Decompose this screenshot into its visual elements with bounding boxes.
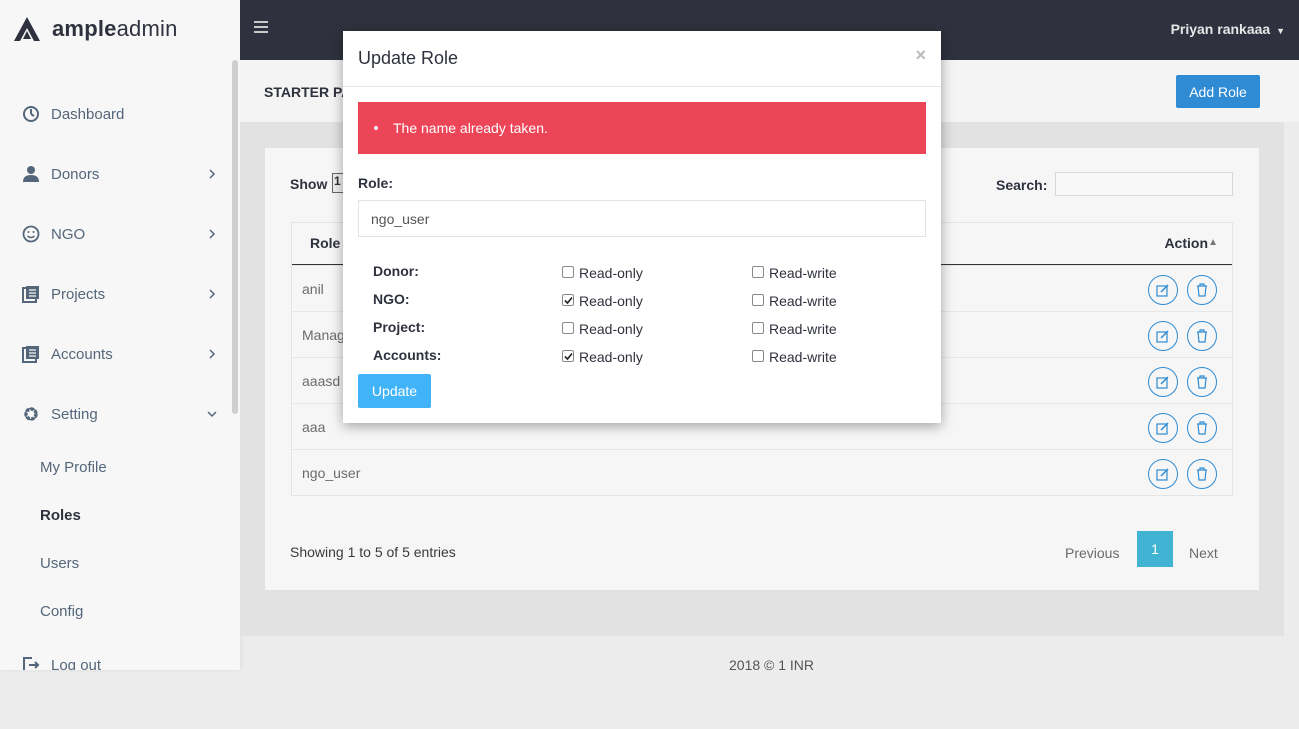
accounts-read-only-checkbox[interactable]: Read-only	[562, 349, 643, 365]
checkbox-icon	[752, 350, 764, 362]
permission-label-ngo: NGO:	[373, 291, 410, 307]
permission-label-project: Project:	[373, 319, 426, 335]
checkbox-icon	[562, 322, 574, 334]
donor-read-write-checkbox[interactable]: Read-write	[752, 265, 837, 281]
read-only-label: Read-only	[579, 293, 643, 309]
modal-header: Update Role ×	[343, 31, 941, 87]
read-write-label: Read-write	[769, 321, 837, 337]
error-message: The name already taken.	[393, 120, 548, 136]
permission-label-accounts: Accounts:	[373, 347, 442, 363]
role-name-input[interactable]	[358, 200, 926, 237]
project-read-only-checkbox[interactable]: Read-only	[562, 321, 643, 337]
checkbox-icon	[562, 266, 574, 278]
read-only-label: Read-only	[579, 265, 643, 281]
update-button[interactable]: Update	[358, 374, 431, 408]
read-write-label: Read-write	[769, 293, 837, 309]
update-role-modal: Update Role × The name already taken. Ro…	[343, 31, 941, 423]
checkbox-icon	[752, 294, 764, 306]
project-read-write-checkbox[interactable]: Read-write	[752, 321, 837, 337]
checkbox-icon	[752, 266, 764, 278]
role-label: Role:	[358, 175, 393, 191]
read-write-label: Read-write	[769, 349, 837, 365]
close-icon[interactable]: ×	[915, 45, 926, 66]
ngo-read-only-checkbox[interactable]: Read-only	[562, 293, 643, 309]
permission-label-donor: Donor:	[373, 263, 419, 279]
read-write-label: Read-write	[769, 265, 837, 281]
error-alert: The name already taken.	[358, 102, 926, 154]
ngo-read-write-checkbox[interactable]: Read-write	[752, 293, 837, 309]
checkbox-checked-icon	[562, 294, 574, 306]
donor-read-only-checkbox[interactable]: Read-only	[562, 265, 643, 281]
read-only-label: Read-only	[579, 349, 643, 365]
checkbox-icon	[752, 322, 764, 334]
bullet-icon	[374, 126, 378, 130]
checkbox-checked-icon	[562, 350, 574, 362]
modal-title: Update Role	[358, 48, 459, 68]
read-only-label: Read-only	[579, 321, 643, 337]
accounts-read-write-checkbox[interactable]: Read-write	[752, 349, 837, 365]
